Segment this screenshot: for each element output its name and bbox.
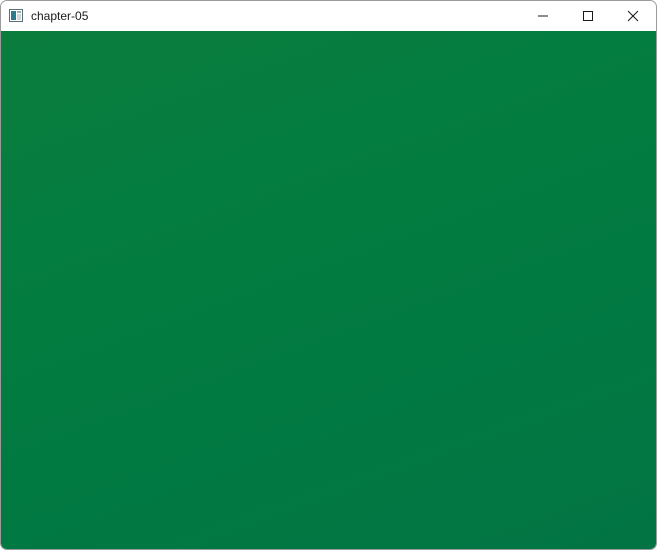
app-window: chapter-05 xyxy=(0,0,657,550)
maximize-icon xyxy=(583,11,593,21)
minimize-button[interactable] xyxy=(520,1,566,31)
window-title: chapter-05 xyxy=(31,9,89,23)
close-button[interactable] xyxy=(610,1,656,31)
render-canvas[interactable] xyxy=(1,31,656,549)
maximize-button[interactable] xyxy=(565,1,611,31)
minimize-icon xyxy=(538,15,548,17)
title-bar[interactable]: chapter-05 xyxy=(1,1,656,31)
close-icon xyxy=(627,10,639,22)
app-icon xyxy=(9,9,23,22)
